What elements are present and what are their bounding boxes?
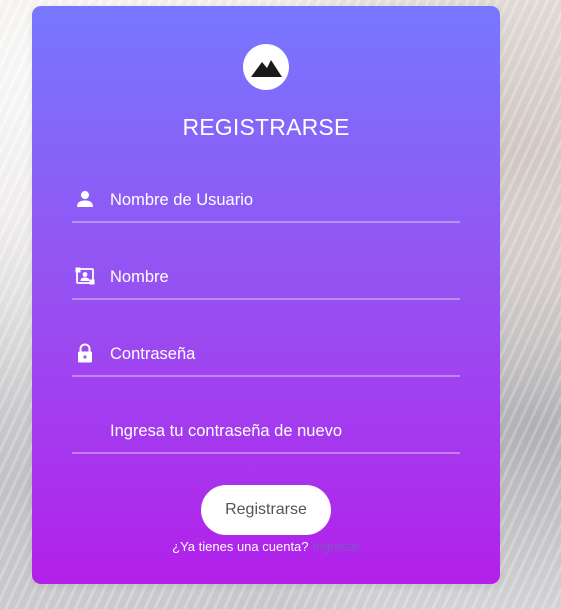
name-input[interactable]	[110, 266, 450, 288]
confirm-password-input[interactable]	[110, 420, 450, 442]
mountain-icon	[251, 60, 282, 77]
login-question: ¿Ya tienes una cuenta?	[172, 539, 309, 554]
register-card: REGISTRARSE Nombre de Usuario Nombre Reg…	[32, 6, 500, 584]
username-field	[72, 181, 460, 223]
password-input[interactable]	[110, 343, 450, 365]
login-prompt: ¿Ya tienes una cuenta? Ingresar	[32, 539, 500, 554]
name-field	[72, 258, 460, 300]
register-button[interactable]: Registrarse	[201, 485, 331, 535]
user-icon	[75, 189, 95, 209]
password-field	[72, 335, 460, 377]
confirm-password-field	[72, 412, 460, 454]
lock-icon	[75, 343, 95, 363]
logo	[243, 44, 289, 90]
username-input[interactable]	[110, 189, 450, 211]
page-title: REGISTRARSE	[182, 114, 350, 140]
id-card-icon	[75, 266, 95, 286]
login-link[interactable]: Ingresar	[312, 539, 360, 554]
